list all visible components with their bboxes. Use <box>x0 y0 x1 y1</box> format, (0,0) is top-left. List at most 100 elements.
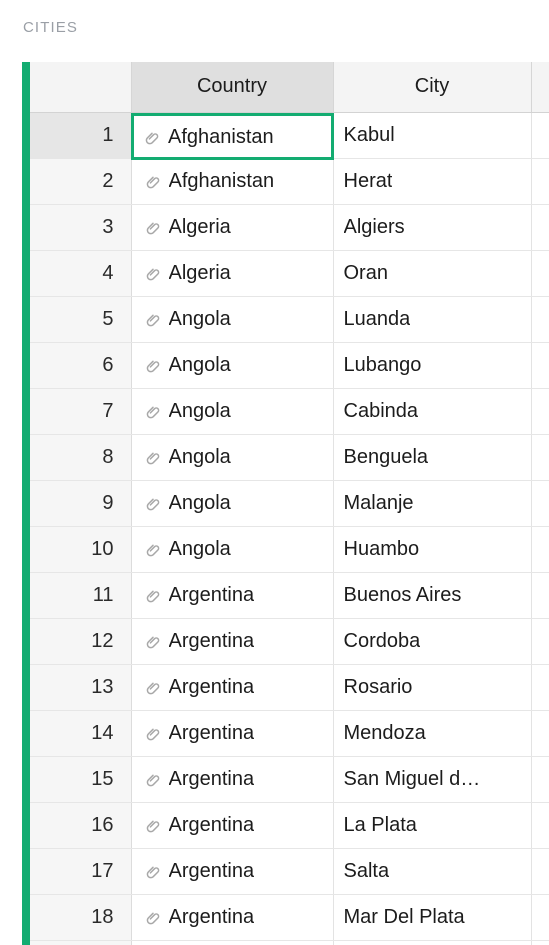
next-column-cell[interactable] <box>531 572 549 619</box>
row-number-cell[interactable]: 4 <box>30 250 132 297</box>
table-row[interactable]: 13 Argentina Rosario <box>30 664 549 711</box>
city-cell[interactable]: Buenos Aires <box>333 572 532 619</box>
next-column-cell[interactable] <box>531 664 549 711</box>
row-number-cell[interactable]: 18 <box>30 894 132 941</box>
row-number-cell[interactable]: 11 <box>30 572 132 619</box>
next-column-cell[interactable] <box>531 388 549 435</box>
country-cell[interactable]: Argentina <box>131 710 334 757</box>
row-number-cell[interactable]: 14 <box>30 710 132 757</box>
row-number-cell[interactable]: 2 <box>30 158 132 205</box>
next-column-cell[interactable] <box>531 480 549 527</box>
table-row[interactable]: 14 Argentina Mendoza <box>30 710 549 757</box>
table-row[interactable]: 12 Argentina Cordoba <box>30 618 549 665</box>
country-cell[interactable]: Angola <box>131 526 334 573</box>
next-column-cell[interactable] <box>531 940 549 945</box>
city-cell[interactable]: Herat <box>333 158 532 205</box>
country-cell[interactable]: Angola <box>131 480 334 527</box>
table-row[interactable]: 16 Argentina La Plata <box>30 802 549 849</box>
table-row[interactable]: 3 Algeria Algiers <box>30 204 549 251</box>
country-cell[interactable]: Argentina <box>131 618 334 665</box>
table-row[interactable]: 10 Angola Huambo <box>30 526 549 573</box>
city-cell[interactable]: Mendoza <box>333 710 532 757</box>
row-number-cell[interactable]: 19 <box>30 940 132 945</box>
row-number-cell[interactable]: 16 <box>30 802 132 849</box>
row-number-cell[interactable]: 6 <box>30 342 132 389</box>
city-cell[interactable]: Cordoba <box>333 618 532 665</box>
next-column-cell[interactable] <box>531 250 549 297</box>
row-number-cell[interactable]: 12 <box>30 618 132 665</box>
column-header-country[interactable]: Country <box>131 62 334 113</box>
row-number-cell[interactable]: 1 <box>30 112 132 159</box>
column-header-rownum[interactable] <box>30 62 132 113</box>
country-cell[interactable] <box>131 940 334 945</box>
row-number-cell[interactable]: 13 <box>30 664 132 711</box>
city-cell[interactable]: La Plata <box>333 802 532 849</box>
city-cell[interactable]: Kabul <box>333 112 532 159</box>
city-cell[interactable]: Oran <box>333 250 532 297</box>
table-row[interactable]: 19 <box>30 940 549 945</box>
country-cell[interactable]: Angola <box>131 342 334 389</box>
city-cell[interactable]: Benguela <box>333 434 532 481</box>
city-cell[interactable]: Rosario <box>333 664 532 711</box>
city-cell[interactable]: Malanje <box>333 480 532 527</box>
row-number-cell[interactable]: 9 <box>30 480 132 527</box>
next-column-cell[interactable] <box>531 434 549 481</box>
next-column-cell[interactable] <box>531 342 549 389</box>
country-cell[interactable]: Argentina <box>131 572 334 619</box>
table-row[interactable]: 18 Argentina Mar Del Plata <box>30 894 549 941</box>
next-column-cell[interactable] <box>531 710 549 757</box>
country-cell[interactable]: Angola <box>131 388 334 435</box>
country-cell[interactable]: Algeria <box>131 204 334 251</box>
next-column-cell[interactable] <box>531 618 549 665</box>
next-column-cell[interactable] <box>531 756 549 803</box>
table-row[interactable]: 6 Angola Lubango <box>30 342 549 389</box>
city-cell[interactable] <box>333 940 532 945</box>
next-column-cell[interactable] <box>531 158 549 205</box>
city-cell[interactable]: Mar Del Plata <box>333 894 532 941</box>
next-column-cell[interactable] <box>531 894 549 941</box>
city-cell-text: Benguela <box>343 446 429 468</box>
table-row[interactable]: 11 Argentina Buenos Aires <box>30 572 549 619</box>
table-row[interactable]: 17 Argentina Salta <box>30 848 549 895</box>
table-row[interactable]: 9 Angola Malanje <box>30 480 549 527</box>
selected-cell-country[interactable]: Afghanistan <box>131 113 334 160</box>
table-row[interactable]: 15 Argentina San Miguel d… <box>30 756 549 803</box>
next-column-cell[interactable] <box>531 526 549 573</box>
row-number-cell[interactable]: 15 <box>30 756 132 803</box>
next-column-cell[interactable] <box>531 112 549 159</box>
country-cell[interactable]: Argentina <box>131 848 334 895</box>
city-cell[interactable]: Cabinda <box>333 388 532 435</box>
row-number-cell[interactable]: 3 <box>30 204 132 251</box>
next-column-cell[interactable] <box>531 848 549 895</box>
country-cell[interactable]: Angola <box>131 434 334 481</box>
row-number-cell[interactable]: 8 <box>30 434 132 481</box>
country-cell[interactable]: Argentina <box>131 802 334 849</box>
country-cell[interactable]: Argentina <box>131 664 334 711</box>
table-row[interactable]: 2 Afghanistan Herat <box>30 158 549 205</box>
country-cell[interactable]: Angola <box>131 296 334 343</box>
row-number-cell[interactable]: 10 <box>30 526 132 573</box>
table-row[interactable]: 5 Angola Luanda <box>30 296 549 343</box>
next-column-cell[interactable] <box>531 296 549 343</box>
next-column-cell[interactable] <box>531 802 549 849</box>
city-cell[interactable]: Huambo <box>333 526 532 573</box>
country-cell[interactable]: Argentina <box>131 756 334 803</box>
column-header-next[interactable] <box>531 62 549 113</box>
table-row[interactable]: 4 Algeria Oran <box>30 250 549 297</box>
country-cell-text: Argentina <box>168 768 255 790</box>
row-number-cell[interactable]: 17 <box>30 848 132 895</box>
table-row[interactable]: 7 Angola Cabinda <box>30 388 549 435</box>
country-cell[interactable]: Algeria <box>131 250 334 297</box>
column-header-city[interactable]: City <box>333 62 532 113</box>
row-number-cell[interactable]: 7 <box>30 388 132 435</box>
country-cell[interactable]: Argentina <box>131 894 334 941</box>
city-cell[interactable]: Luanda <box>333 296 532 343</box>
city-cell[interactable]: Lubango <box>333 342 532 389</box>
table-row[interactable]: 8 Angola Benguela <box>30 434 549 481</box>
next-column-cell[interactable] <box>531 204 549 251</box>
city-cell[interactable]: Algiers <box>333 204 532 251</box>
row-number-cell[interactable]: 5 <box>30 296 132 343</box>
city-cell[interactable]: Salta <box>333 848 532 895</box>
country-cell[interactable]: Afghanistan <box>131 158 334 205</box>
city-cell[interactable]: San Miguel d… <box>333 756 532 803</box>
